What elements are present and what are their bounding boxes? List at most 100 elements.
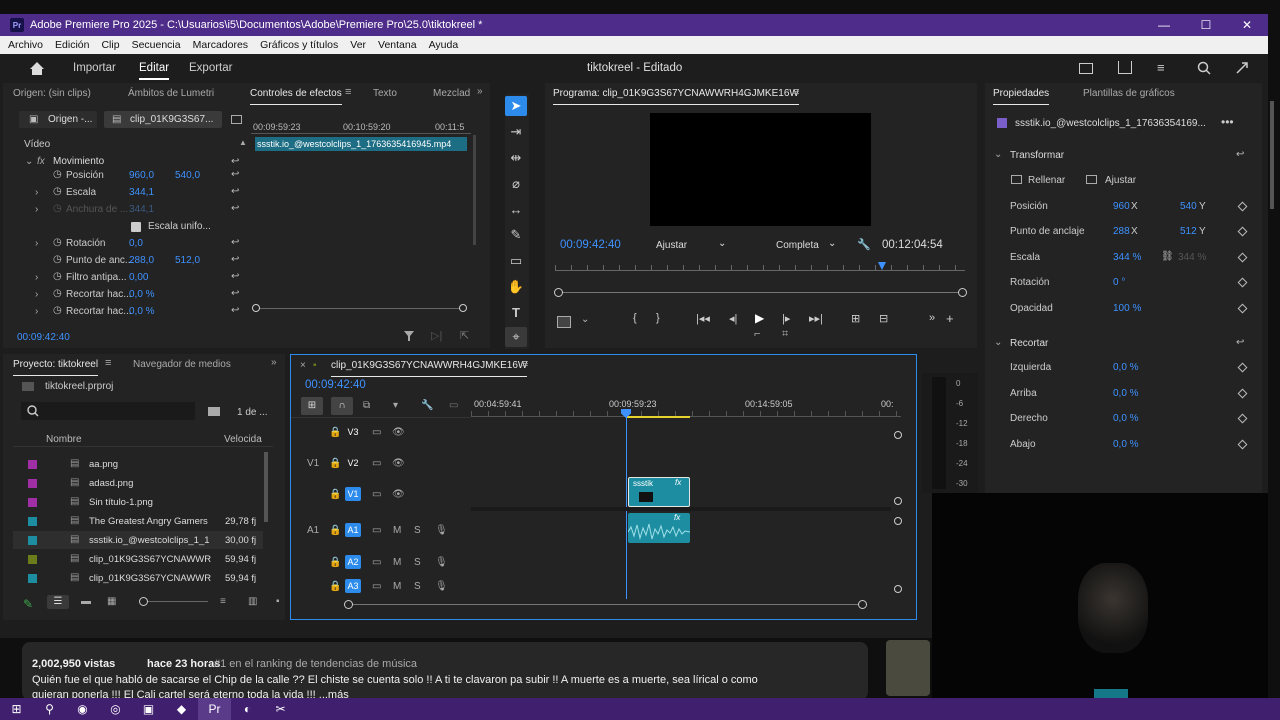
channel-avatar[interactable] <box>886 640 930 696</box>
source-patch-a[interactable]: A1 <box>307 525 319 536</box>
prop-value[interactable]: 344 % <box>1113 252 1141 263</box>
find-icon[interactable]: ▪ <box>276 596 280 607</box>
link-icon[interactable]: ⛓ <box>1161 251 1174 262</box>
audio-clip[interactable]: fx <box>628 513 690 543</box>
program-zoom-track[interactable] <box>559 292 963 293</box>
track-select-icon[interactable]: ⇥ <box>505 122 527 142</box>
mute-icon[interactable]: M <box>393 581 401 592</box>
ec-prop-value[interactable]: 0,00 <box>129 272 148 283</box>
reset-icon[interactable]: ↩ <box>231 272 245 282</box>
files-icon[interactable]: ▣ <box>132 698 165 720</box>
menu-marcadores[interactable]: Marcadores <box>193 39 248 51</box>
tab-editar[interactable]: Editar <box>139 62 170 80</box>
program-monitor-title[interactable]: Programa: clip_01K9G3S67YCNAWWRH4GJMKE16… <box>553 88 799 105</box>
tab-source[interactable]: Origen: (sin clips) <box>13 88 91 99</box>
fill-button[interactable]: Rellenar <box>1028 175 1065 186</box>
lock-icon[interactable]: 🔒 <box>329 427 341 438</box>
expand-arrow-icon[interactable]: › <box>35 289 38 300</box>
step-back-icon[interactable]: ◂| <box>729 312 737 325</box>
stopwatch-icon[interactable]: ◷ <box>53 271 62 282</box>
stopwatch-icon[interactable]: ◷ <box>53 237 62 248</box>
maximize-button[interactable]: ☐ <box>1186 14 1226 36</box>
filter-icon[interactable] <box>403 330 415 342</box>
more-controls-icon[interactable]: » <box>929 312 935 324</box>
tab-importar[interactable]: Importar <box>73 62 116 74</box>
keyframe-icon[interactable] <box>1237 388 1248 399</box>
pen-icon[interactable]: ✎ <box>505 225 527 245</box>
solo-icon[interactable]: S <box>414 581 421 592</box>
share-icon[interactable] <box>1118 61 1132 74</box>
properties-scrollbar[interactable] <box>1270 101 1274 209</box>
ec-prop-value-2[interactable]: 512,0 <box>175 255 200 266</box>
reset-icon[interactable]: ↩ <box>231 204 245 214</box>
menu-clip[interactable]: Clip <box>101 39 119 51</box>
tab-audio-mixer[interactable]: Mezclad <box>433 88 470 99</box>
captions-icon[interactable]: ▭ <box>449 400 458 411</box>
app-icon[interactable]: ◆ <box>165 698 198 720</box>
type-icon[interactable]: T <box>505 302 527 322</box>
sync-lock-icon[interactable]: ▭ <box>372 458 381 469</box>
track-target-A2[interactable]: A2 <box>345 555 361 569</box>
keyframe-icon[interactable] <box>1237 252 1248 263</box>
minimize-button[interactable]: — <box>1144 14 1184 36</box>
program-zoom-handle-left[interactable] <box>554 288 563 297</box>
chevron-down-icon[interactable]: ⌄ <box>581 314 589 325</box>
more-panels-icon[interactable]: » <box>477 86 483 97</box>
icon-view-icon[interactable]: ▬ <box>81 596 91 607</box>
sync-lock-icon[interactable]: ▭ <box>372 525 381 536</box>
mute-icon[interactable]: M <box>393 525 401 536</box>
timeline-zoom-track[interactable] <box>349 604 867 605</box>
step-forward-icon[interactable]: |▸ <box>782 312 790 325</box>
keyframe-icon[interactable] <box>1237 201 1248 212</box>
sync-lock-icon[interactable]: ▭ <box>372 581 381 592</box>
track-target-V1[interactable]: V1 <box>345 487 361 501</box>
label-color-swatch[interactable] <box>28 479 37 488</box>
keyframe-icon[interactable] <box>1237 439 1248 450</box>
uniform-scale-checkbox[interactable] <box>131 222 141 232</box>
label-color-swatch[interactable] <box>28 517 37 526</box>
prop-value-2[interactable]: 540 <box>1180 201 1197 212</box>
close-button[interactable]: ✕ <box>1227 14 1267 36</box>
export-icon[interactable]: ⇱ <box>460 329 469 342</box>
list-item[interactable]: ▤ Sin título-1.png <box>13 493 263 511</box>
ec-zoom-track[interactable] <box>256 308 466 309</box>
fit-button[interactable]: Ajustar <box>1105 175 1136 186</box>
program-ruler[interactable] <box>555 265 965 271</box>
ec-timecode[interactable]: 00:09:42:40 <box>17 332 70 343</box>
timeline-settings-icon[interactable]: 🔧 <box>421 400 433 411</box>
reset-icon[interactable]: ↩ <box>1236 149 1244 160</box>
label-color-swatch[interactable] <box>28 574 37 583</box>
ec-prop-value[interactable]: 0,0 <box>129 238 143 249</box>
quality-dropdown[interactable]: Completa ⌄ <box>770 236 842 254</box>
collapse-icon[interactable]: ▲ <box>239 138 247 147</box>
fullscreen-icon[interactable] <box>1235 61 1249 75</box>
workspace-icon[interactable] <box>1079 63 1093 74</box>
prop-value[interactable]: 288 <box>1113 226 1130 237</box>
mute-icon[interactable]: M <box>393 557 401 568</box>
tab-text[interactable]: Texto <box>373 88 397 99</box>
timeline-zoom-handle-left[interactable] <box>344 600 353 609</box>
label-color-swatch[interactable] <box>28 536 37 545</box>
vertical-scrollbars[interactable] <box>894 431 904 593</box>
keyframe-icon[interactable] <box>1237 413 1248 424</box>
label-color-swatch[interactable] <box>28 555 37 564</box>
crop-value[interactable]: 0,0 % <box>1113 413 1139 424</box>
new-bin-icon[interactable] <box>208 407 220 416</box>
expand-arrow-icon[interactable]: ⌄ <box>994 149 1002 160</box>
expand-arrow-icon[interactable]: › <box>35 306 38 317</box>
pin-to-clip-icon[interactable] <box>231 115 242 124</box>
ec-prop-value-2[interactable]: 540,0 <box>175 170 200 181</box>
col-header-name[interactable]: Nombre <box>46 434 82 445</box>
windows-start-icon[interactable]: ⊞ <box>0 698 33 720</box>
button-editor-icon[interactable]: + <box>946 311 954 326</box>
eye-icon[interactable]: 👁 <box>392 489 405 500</box>
stopwatch-icon[interactable]: ◷ <box>53 203 62 214</box>
rectangle-icon[interactable]: ▭ <box>505 251 527 271</box>
panel-menu-icon[interactable]: ≡ <box>522 358 528 370</box>
panel-menu-icon[interactable]: ≡ <box>345 86 351 98</box>
tab-media-browser[interactable]: Navegador de medios <box>133 359 231 370</box>
linked-selection-icon[interactable]: ⧉ <box>363 400 370 411</box>
keyframe-icon[interactable] <box>1237 362 1248 373</box>
project-scrollbar[interactable] <box>264 452 268 522</box>
lift-icon[interactable]: ⊞ <box>851 312 860 325</box>
